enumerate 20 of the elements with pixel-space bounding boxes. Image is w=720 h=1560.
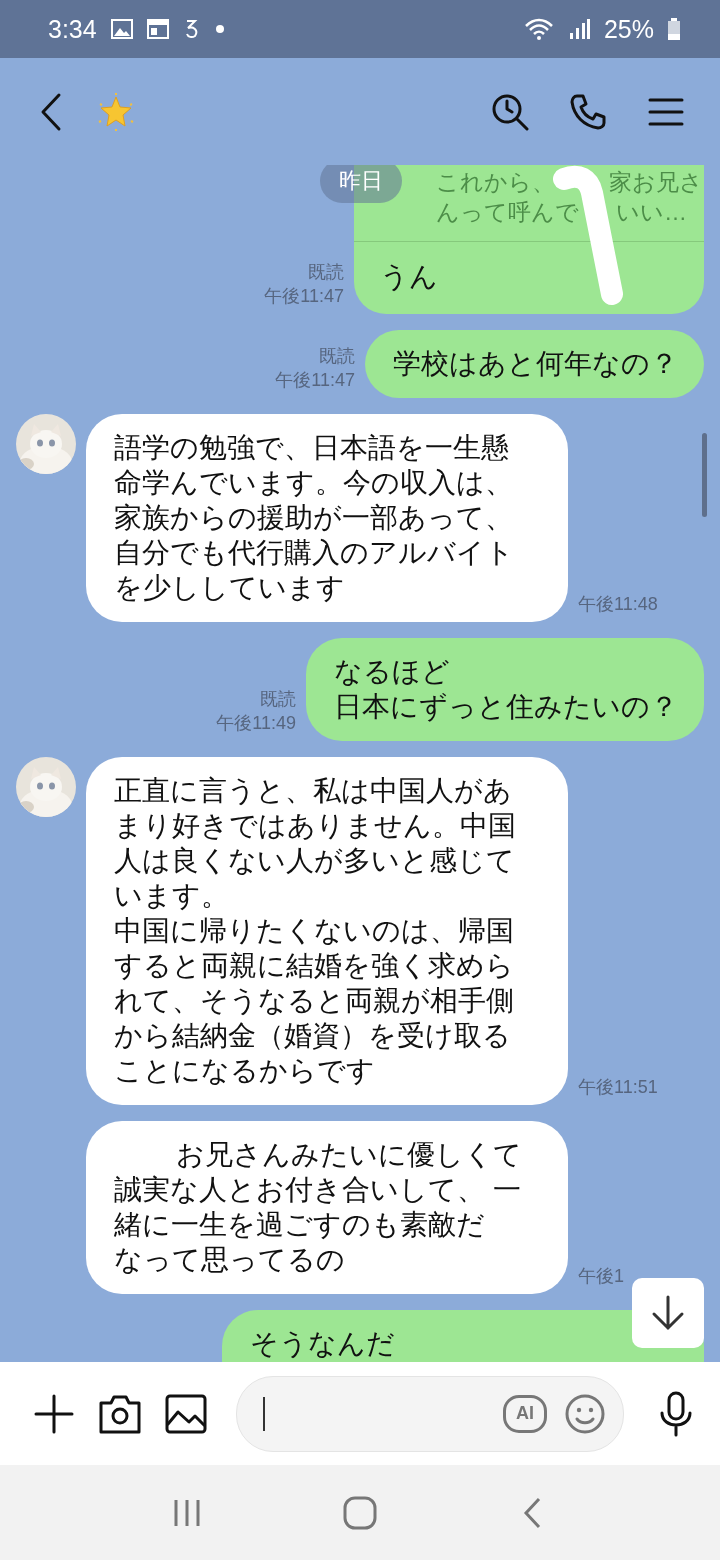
status-time: 3:34 xyxy=(48,14,97,44)
message-bubble[interactable]: 語学の勉強で、日本語を一生懸 命学んでいます。今の収入は、 家族からの援助が一部あって、 自分でも代行購入のアルバイト を少ししています xyxy=(86,414,568,622)
message-text: うん xyxy=(379,260,439,294)
message-time: 午後11:48 xyxy=(578,593,658,616)
read-receipt: 既読 xyxy=(260,688,296,711)
message-bubble[interactable]: 学校はあと何年なの？ xyxy=(365,330,704,398)
date-chip: 昨日 xyxy=(320,165,402,203)
message-field[interactable]: AI xyxy=(236,1375,624,1452)
message-time: 午後11:47 xyxy=(264,285,344,308)
ai-button[interactable]: AI xyxy=(503,1394,547,1433)
message-bubble[interactable]: なるほど 日本にずっと住みたいの？ xyxy=(306,638,704,741)
message-time: 午後11:47 xyxy=(275,369,355,392)
message-time: 午後1 xyxy=(578,1265,624,1288)
message-bubble[interactable]: 正直に言うと、私は中国人があ まり好きではありません。中国 人は良くない人が多いと感じて います。 中国に帰りたくないのは、帰国 すると両親に結婚を強く求めら れて、そうなると両親が相手側 から結納金（婚資）を受け取る ことになるからです xyxy=(86,757,568,1105)
battery-level: 25% xyxy=(603,14,654,44)
message-time: 午後11:49 xyxy=(216,712,296,735)
message-bubble[interactable]: お兄さんみたいに優しくて 誠実な人とお付き合いして、 一 緒に一生を過ごすのも素敵だ なって思ってるの xyxy=(86,1121,568,1294)
read-receipt: 既読 xyxy=(319,345,355,368)
message-time: 午後11:51 xyxy=(578,1076,658,1099)
read-receipt: 既読 xyxy=(308,261,344,284)
